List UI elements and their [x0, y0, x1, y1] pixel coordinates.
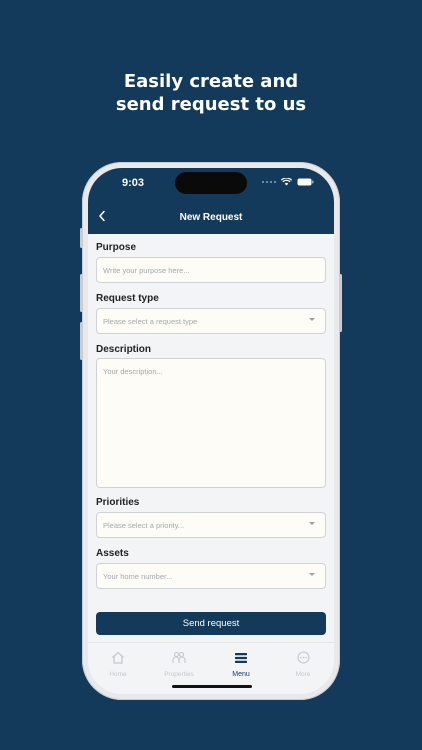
- tab-menu-label: Menu: [232, 671, 250, 678]
- promo-headline-line1: Easily create and: [123, 71, 299, 92]
- home-indicator: [172, 685, 252, 688]
- tab-home[interactable]: Home: [93, 651, 143, 678]
- more-icon: [296, 651, 310, 664]
- dynamic-island: [175, 172, 247, 194]
- tab-bar: Home Properties Menu More: [88, 642, 334, 694]
- wifi-icon: [281, 178, 292, 186]
- tab-menu[interactable]: Menu: [216, 651, 266, 678]
- tab-properties-label: Properties: [164, 671, 194, 678]
- menu-icon: [235, 653, 247, 663]
- properties-icon: [172, 651, 186, 663]
- power-button: [339, 274, 342, 332]
- tab-more[interactable]: More: [278, 651, 328, 678]
- tab-more-label: More: [295, 671, 311, 678]
- nav-header: New Request: [88, 202, 334, 234]
- battery-icon: [297, 178, 314, 186]
- mute-switch: [80, 228, 83, 248]
- promo-headline: Easily create and send request to us: [0, 70, 422, 116]
- status-bar: 9:03: [88, 168, 334, 202]
- page-title: New Request: [179, 212, 243, 223]
- assets-placeholder: Your home number...: [103, 571, 173, 581]
- chevron-down-icon: [309, 522, 315, 525]
- priorities-label: Priorities: [96, 497, 140, 508]
- assets-select[interactable]: Your home number...: [96, 563, 326, 589]
- purpose-input[interactable]: Write your purpose here...: [96, 257, 326, 283]
- volume-up-button: [80, 274, 83, 312]
- tab-home-label: Home: [109, 671, 127, 678]
- priorities-select[interactable]: Please select a priority...: [96, 512, 326, 538]
- status-time: 9:03: [122, 177, 145, 189]
- volume-down-button: [80, 322, 83, 360]
- priorities-placeholder: Please select a priority...: [103, 520, 185, 530]
- promo-headline-line2: send request to us: [115, 94, 307, 115]
- status-icons: [262, 178, 314, 186]
- tab-properties[interactable]: Properties: [154, 651, 204, 678]
- request-type-select[interactable]: Please select a request type: [96, 308, 326, 334]
- request-type-placeholder: Please select a request type: [103, 316, 198, 326]
- signal-icon: [262, 181, 276, 183]
- purpose-placeholder: Write your purpose here...: [103, 265, 190, 275]
- purpose-label: Purpose: [96, 242, 137, 253]
- chevron-down-icon: [309, 573, 315, 576]
- description-label: Description: [96, 344, 152, 355]
- description-textarea[interactable]: Your description...: [96, 358, 326, 488]
- phone-screen: 9:03 New Request Purpose Write your purp…: [88, 168, 334, 694]
- phone-frame: 9:03 New Request Purpose Write your purp…: [80, 162, 342, 700]
- send-request-button[interactable]: Send request: [96, 612, 326, 635]
- home-icon: [112, 651, 124, 664]
- chevron-down-icon: [309, 318, 315, 321]
- request-type-label: Request type: [96, 293, 159, 304]
- assets-label: Assets: [96, 548, 129, 559]
- description-placeholder: Your description...: [103, 367, 163, 376]
